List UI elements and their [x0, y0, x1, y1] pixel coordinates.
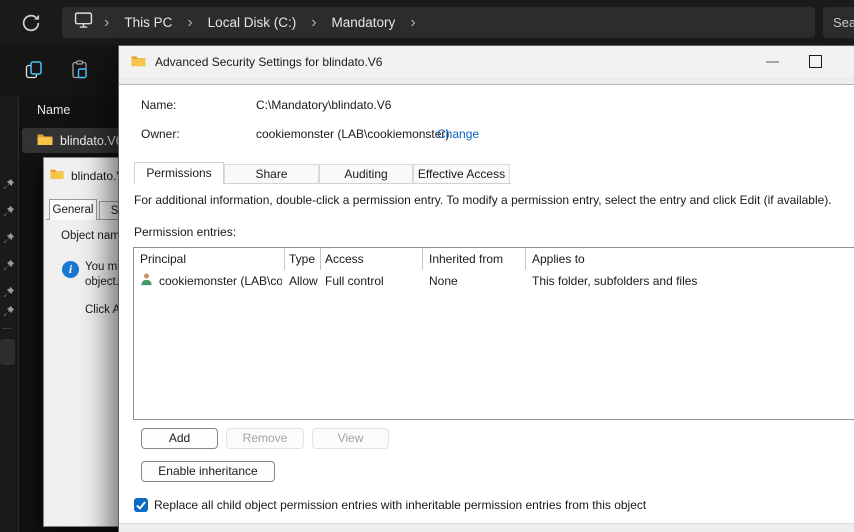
breadcrumb-mandatory[interactable]: Mandatory — [332, 15, 396, 30]
add-button[interactable]: Add — [141, 428, 218, 449]
chevron-right-icon: › — [410, 13, 416, 31]
tab-effective-access[interactable]: Effective Access — [413, 164, 510, 184]
name-value: C:\Mandatory\blindato.V6 — [256, 98, 392, 112]
column-header-type[interactable]: Type — [289, 252, 315, 266]
column-header-principal[interactable]: Principal — [140, 252, 186, 266]
view-button[interactable]: View — [312, 428, 389, 449]
info-icon: i — [62, 261, 79, 278]
pin-icon[interactable] — [3, 304, 15, 316]
folder-icon — [131, 55, 146, 70]
pin-icon[interactable] — [3, 258, 15, 270]
remove-button[interactable]: Remove — [226, 428, 304, 449]
dialog-titlebar[interactable]: Advanced Security Settings for blindato.… — [119, 46, 854, 78]
column-separator[interactable] — [284, 248, 285, 270]
file-name-label: blindato.V6 — [60, 133, 123, 148]
minimize-icon[interactable] — [766, 61, 779, 63]
breadcrumb-this-pc[interactable]: This PC — [124, 15, 172, 30]
column-separator[interactable] — [320, 248, 321, 270]
dialog-footer — [119, 523, 854, 532]
explorer-navigation-bar: › This PC › Local Disk (C:) › Mandatory … — [0, 0, 854, 45]
column-header-access[interactable]: Access — [325, 252, 364, 266]
pin-icon[interactable] — [3, 231, 15, 243]
folder-icon — [37, 133, 53, 149]
properties-dialog-titlebar: blindato.V — [50, 168, 121, 183]
user-icon — [140, 272, 153, 289]
inherited-from-value: None — [429, 274, 458, 288]
permissions-description: For additional information, double-click… — [134, 193, 832, 207]
chevron-right-icon: › — [311, 13, 317, 31]
search-text: Sea — [833, 15, 854, 30]
column-header-name[interactable]: Name — [37, 103, 70, 117]
table-row[interactable]: cookiemonster (LAB\cookiemo... Allow Ful… — [134, 270, 854, 294]
column-separator[interactable] — [422, 248, 423, 270]
screen: › This PC › Local Disk (C:) › Mandatory … — [0, 0, 854, 532]
breadcrumb-local-disk-c[interactable]: Local Disk (C:) — [208, 15, 297, 30]
folder-icon — [50, 168, 64, 183]
copy-icon[interactable] — [24, 60, 44, 80]
navigation-selected-item[interactable] — [0, 339, 15, 365]
titlebar-divider — [119, 78, 854, 85]
this-pc-icon — [74, 11, 93, 34]
principal-cell: cookiemonster (LAB\cookiemo... — [140, 272, 282, 289]
pin-icon[interactable] — [3, 204, 15, 216]
tab-share[interactable]: Share — [224, 164, 319, 184]
tab-permissions[interactable]: Permissions — [134, 162, 224, 184]
permission-entries-table[interactable]: Principal Type Access Inherited from App… — [133, 247, 854, 420]
owner-label: Owner: — [141, 127, 180, 141]
replace-child-permissions-checkbox[interactable] — [134, 498, 148, 512]
type-value: Allow — [289, 274, 318, 288]
tab-general[interactable]: General — [49, 199, 97, 220]
info-text: object. — [85, 276, 119, 288]
permission-entries-label: Permission entries: — [134, 225, 237, 239]
table-header-row: Principal Type Access Inherited from App… — [134, 248, 854, 270]
pin-icon[interactable] — [3, 285, 15, 297]
maximize-icon[interactable] — [809, 55, 822, 68]
search-input[interactable]: Sea — [823, 7, 854, 38]
divider — [2, 328, 12, 329]
refresh-icon[interactable] — [20, 12, 42, 34]
applies-to-value: This folder, subfolders and files — [532, 274, 698, 288]
access-value: Full control — [325, 274, 384, 288]
column-header-applies-to[interactable]: Applies to — [532, 252, 585, 266]
navigation-pane — [0, 97, 19, 532]
folder-properties-dialog: blindato.V General Sha Object name i You… — [43, 157, 121, 527]
properties-dialog-title: blindato.V — [71, 168, 121, 183]
info-text: Click Ad — [85, 304, 121, 316]
name-label: Name: — [141, 98, 177, 112]
principal-value: cookiemonster (LAB\cookiemo... — [159, 273, 282, 288]
chevron-right-icon: › — [187, 13, 193, 31]
enable-inheritance-button[interactable]: Enable inheritance — [141, 461, 275, 482]
column-header-inherited-from[interactable]: Inherited from — [429, 252, 503, 266]
advanced-security-settings-dialog: Advanced Security Settings for blindato.… — [118, 45, 854, 532]
info-text: You mus — [85, 261, 120, 273]
breadcrumb[interactable]: › This PC › Local Disk (C:) › Mandatory … — [62, 7, 815, 38]
object-name-label: Object name — [61, 230, 121, 242]
tab-auditing[interactable]: Auditing — [319, 164, 413, 184]
chevron-right-icon: › — [104, 13, 110, 31]
pin-icon[interactable] — [3, 177, 15, 189]
paste-icon[interactable] — [70, 60, 90, 80]
dialog-content: Name: C:\Mandatory\blindato.V6 Owner: co… — [119, 85, 854, 532]
change-owner-link[interactable]: Change — [437, 127, 479, 141]
owner-value: cookiemonster (LAB\cookiemonster) — [256, 127, 450, 141]
replace-child-permissions-label[interactable]: Replace all child object permission entr… — [154, 498, 646, 512]
dialog-title: Advanced Security Settings for blindato.… — [155, 55, 383, 69]
column-separator[interactable] — [525, 248, 526, 270]
